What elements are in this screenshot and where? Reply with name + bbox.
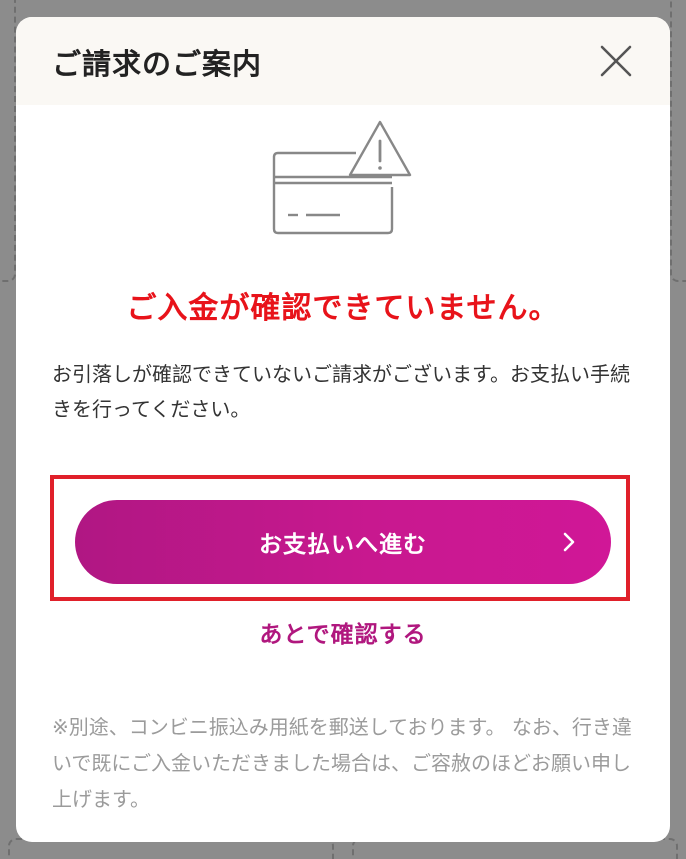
error-heading: ご入金が確認できていません。 [126,291,560,326]
notice-text: ※別途、コンビニ振込み用紙を郵送しております。 なお、行き違いで既にご入金いただ… [52,715,632,811]
close-button[interactable] [596,41,636,81]
background-card-outline [670,0,686,282]
background-card-outline [0,0,16,282]
modal-header: ご請求のご案内 [16,17,670,105]
billing-notice-modal: ご請求のご案内 ご入金が確認できていません。 お引落しが確認できていないご請求が… [16,17,670,842]
chevron-right-icon [563,532,575,552]
proceed-to-payment-button[interactable]: お支払いへ進む [75,500,611,584]
description-text: お引落しが確認できていないご請求がございます。お支払い手続きを行ってください。 [52,362,630,421]
credit-card-warning-icon [272,120,412,235]
close-icon [600,45,632,77]
modal-title: ご請求のご案内 [52,47,263,81]
check-later-link[interactable]: あとで確認する [16,615,670,649]
pay-button-label: お支払いへ進む [259,532,427,558]
